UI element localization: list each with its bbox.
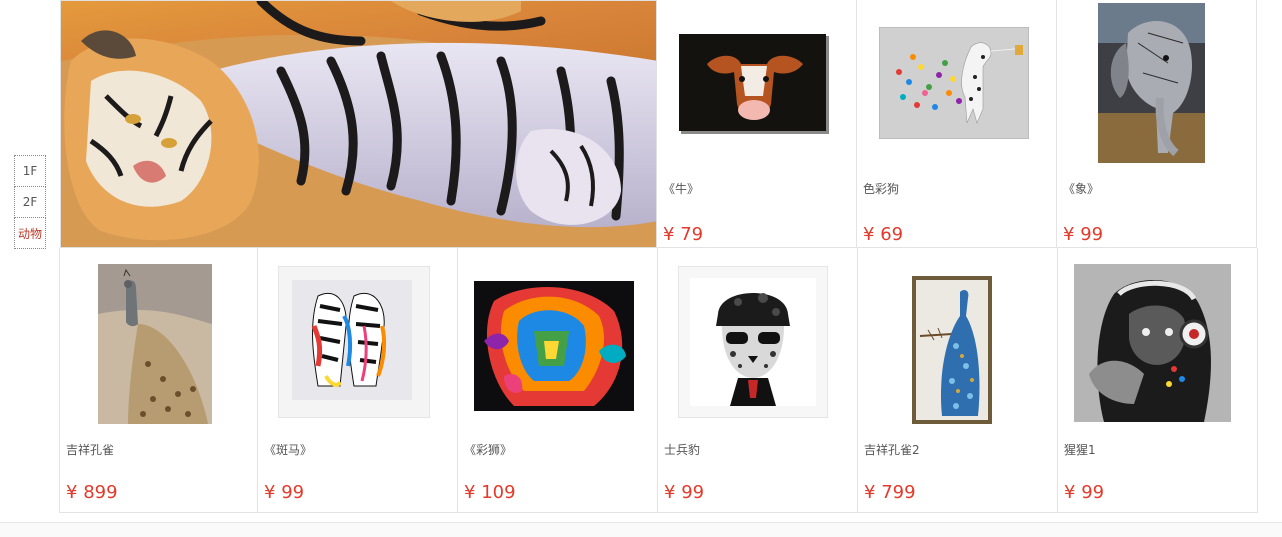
product-name[interactable]: 士兵豹 [664, 441, 700, 458]
floor-nav-item-2f[interactable]: 2F [14, 186, 46, 218]
floor-nav: 1F 2F 动物 [14, 155, 46, 249]
colorful-dog-painting-image [878, 26, 1030, 140]
currency-symbol: ¥ [863, 224, 875, 245]
product-price: ¥ 799 [864, 482, 916, 503]
product-card-peacock[interactable]: 吉祥孔雀 ¥ 899 [59, 248, 258, 513]
product-image-peacock-2[interactable] [912, 276, 992, 424]
elephant-painting-image [1098, 3, 1205, 163]
product-price: ¥ 99 [1063, 224, 1103, 245]
soldier-leopard-painting-image [677, 265, 829, 419]
product-price: ¥ 99 [664, 482, 704, 503]
product-card-peacock-2[interactable]: 吉祥孔雀2 ¥ 799 [858, 248, 1058, 513]
product-card-cow[interactable]: 《牛》 ¥ 79 [657, 0, 857, 248]
footer-band [0, 523, 1282, 537]
product-name[interactable]: 《象》 [1063, 180, 1099, 197]
product-name[interactable]: 《彩狮》 [464, 441, 512, 458]
product-card-soldier-leopard[interactable]: 士兵豹 ¥ 99 [658, 248, 858, 513]
product-price-value: 99 [1080, 224, 1104, 245]
product-name[interactable]: 猩猩1 [1064, 441, 1096, 458]
product-card-lion[interactable]: 《彩狮》 ¥ 109 [458, 248, 658, 513]
zebra-painting-image [277, 265, 431, 419]
product-image-orangutan[interactable] [1074, 264, 1231, 422]
product-price-value: 109 [481, 482, 516, 503]
tiger-painting-image [61, 1, 656, 247]
product-price: ¥ 99 [264, 482, 304, 503]
product-price: ¥ 899 [66, 482, 118, 503]
currency-symbol: ¥ [464, 482, 476, 503]
peacock-painting-image [98, 264, 212, 424]
product-image-peacock[interactable] [98, 264, 212, 424]
product-floor-animals: 《牛》 ¥ 79 色彩狗 ¥ 69 《象》 ¥ 99 吉祥孔雀 ¥ 899 《斑… [59, 0, 1258, 513]
product-name[interactable]: 吉祥孔雀2 [864, 441, 920, 458]
hero-banner-tiger-painting[interactable] [60, 0, 657, 248]
product-price: ¥ 79 [663, 224, 703, 245]
product-name[interactable]: 《牛》 [663, 180, 699, 197]
product-card-elephant[interactable]: 《象》 ¥ 99 [1057, 0, 1257, 248]
product-price-value: 79 [680, 224, 704, 245]
product-card-orangutan[interactable]: 猩猩1 ¥ 99 [1058, 248, 1258, 513]
product-card-colorful-dog[interactable]: 色彩狗 ¥ 69 [857, 0, 1057, 248]
product-image-zebra[interactable] [277, 265, 431, 419]
product-price: ¥ 109 [464, 482, 516, 503]
currency-symbol: ¥ [664, 482, 676, 503]
product-price-value: 99 [281, 482, 305, 503]
product-price-value: 69 [880, 224, 904, 245]
product-image-elephant[interactable] [1098, 3, 1205, 163]
product-image-soldier-leopard[interactable] [677, 265, 829, 419]
currency-symbol: ¥ [264, 482, 276, 503]
product-price: ¥ 99 [1064, 482, 1104, 503]
product-price: ¥ 69 [863, 224, 903, 245]
currency-symbol: ¥ [663, 224, 675, 245]
peacock-2-painting-image [912, 276, 992, 424]
product-name[interactable]: 色彩狗 [863, 180, 899, 197]
product-price-value: 799 [881, 482, 916, 503]
floor-nav-item-1f[interactable]: 1F [14, 155, 46, 187]
currency-symbol: ¥ [66, 482, 78, 503]
lion-painting-image [474, 281, 634, 411]
product-name[interactable]: 《斑马》 [264, 441, 312, 458]
product-price-value: 99 [1081, 482, 1105, 503]
product-image-lion[interactable] [474, 281, 634, 411]
cow-painting-image [679, 34, 829, 134]
currency-symbol: ¥ [1064, 482, 1076, 503]
orangutan-painting-image [1074, 264, 1231, 422]
currency-symbol: ¥ [864, 482, 876, 503]
product-card-zebra[interactable]: 《斑马》 ¥ 99 [258, 248, 458, 513]
product-image-colorful-dog[interactable] [878, 26, 1030, 140]
product-price-value: 99 [681, 482, 705, 503]
floor-nav-item-animals[interactable]: 动物 [14, 217, 46, 249]
product-name[interactable]: 吉祥孔雀 [66, 441, 114, 458]
currency-symbol: ¥ [1063, 224, 1075, 245]
product-price-value: 899 [83, 482, 118, 503]
product-image-cow[interactable] [679, 34, 829, 134]
